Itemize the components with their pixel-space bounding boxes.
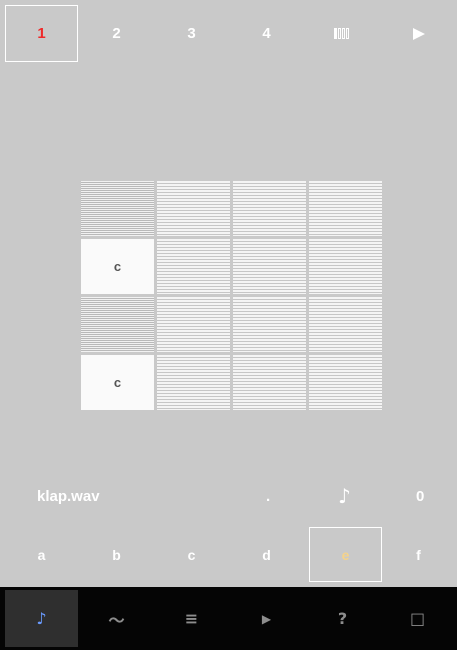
grid-cell[interactable] [81, 181, 154, 236]
letter-label: d [262, 546, 271, 563]
menu-icon: ≡ [184, 609, 199, 628]
question-icon: ? [337, 609, 348, 628]
grid-cell[interactable] [309, 297, 382, 352]
pattern-tab-3[interactable]: 3 [155, 5, 228, 62]
grid-cell[interactable] [233, 239, 306, 294]
toolbar-window-button[interactable]: □ [381, 590, 454, 647]
sample-name[interactable]: klap.wav [37, 478, 100, 514]
play-icon: ▶ [261, 611, 272, 626]
pattern-tab-label: 3 [187, 25, 196, 42]
letter-label: e [341, 546, 350, 563]
letter-button-e[interactable]: e [309, 527, 382, 582]
pattern-tab-2[interactable]: 2 [80, 5, 153, 62]
sample-info-row: klap.wav . ♪ 0 [0, 478, 457, 514]
pattern-tab-label: 1 [37, 25, 46, 42]
letter-button-b[interactable]: b [80, 527, 153, 582]
grid-cell[interactable] [157, 239, 230, 294]
letter-label: f [416, 546, 421, 563]
toolbar-wave-button[interactable]: 〜 [80, 590, 153, 647]
pattern-tabs: 1 2 3 4 [5, 5, 455, 63]
letter-label: b [112, 546, 121, 563]
letter-button-d[interactable]: d [230, 527, 303, 582]
grid-cell-label: c [113, 259, 122, 274]
window-icon: □ [409, 609, 426, 628]
letter-button-f[interactable]: f [382, 527, 455, 582]
grid-cell[interactable] [81, 297, 154, 352]
grid-cell[interactable] [309, 239, 382, 294]
grid-cell[interactable] [309, 181, 382, 236]
pattern-tab-1[interactable]: 1 [5, 5, 78, 62]
letter-label: c [187, 546, 196, 563]
play-icon [412, 27, 425, 40]
pattern-tab-label: 4 [262, 25, 271, 42]
step-grid: c c [81, 181, 382, 410]
pattern-length-button[interactable] [305, 5, 378, 62]
toolbar-help-button[interactable]: ? [306, 590, 379, 647]
letter-label: a [37, 546, 46, 563]
grid-cell[interactable]: c [81, 239, 154, 294]
grid-cell[interactable] [233, 181, 306, 236]
bottom-toolbar: ♪ 〜 ≡ ▶ ? □ [0, 587, 457, 650]
grid-cell[interactable]: c [81, 355, 154, 410]
toolbar-menu-button[interactable]: ≡ [155, 590, 228, 647]
toolbar-note-button[interactable]: ♪ [5, 590, 78, 647]
play-button[interactable] [382, 5, 455, 62]
letter-button-c[interactable]: c [155, 527, 228, 582]
grid-cell[interactable] [157, 355, 230, 410]
bars-icon [334, 28, 349, 39]
wave-icon: 〜 [108, 610, 125, 630]
sample-value[interactable]: 0 [416, 478, 424, 514]
sample-dot[interactable]: . [266, 478, 270, 514]
music-note-icon[interactable]: ♪ [338, 478, 351, 514]
letter-button-a[interactable]: a [5, 527, 78, 582]
grid-cell[interactable] [233, 297, 306, 352]
pattern-tab-4[interactable]: 4 [230, 5, 303, 62]
music-note-icon: ♪ [36, 609, 47, 628]
grid-cell[interactable] [233, 355, 306, 410]
pattern-tab-label: 2 [112, 25, 121, 42]
grid-cell[interactable] [309, 355, 382, 410]
grid-cell-label: c [113, 375, 122, 390]
letter-row: a b c d e f [5, 527, 455, 584]
grid-cell[interactable] [157, 181, 230, 236]
grid-cell[interactable] [157, 297, 230, 352]
toolbar-play-button[interactable]: ▶ [230, 590, 303, 647]
